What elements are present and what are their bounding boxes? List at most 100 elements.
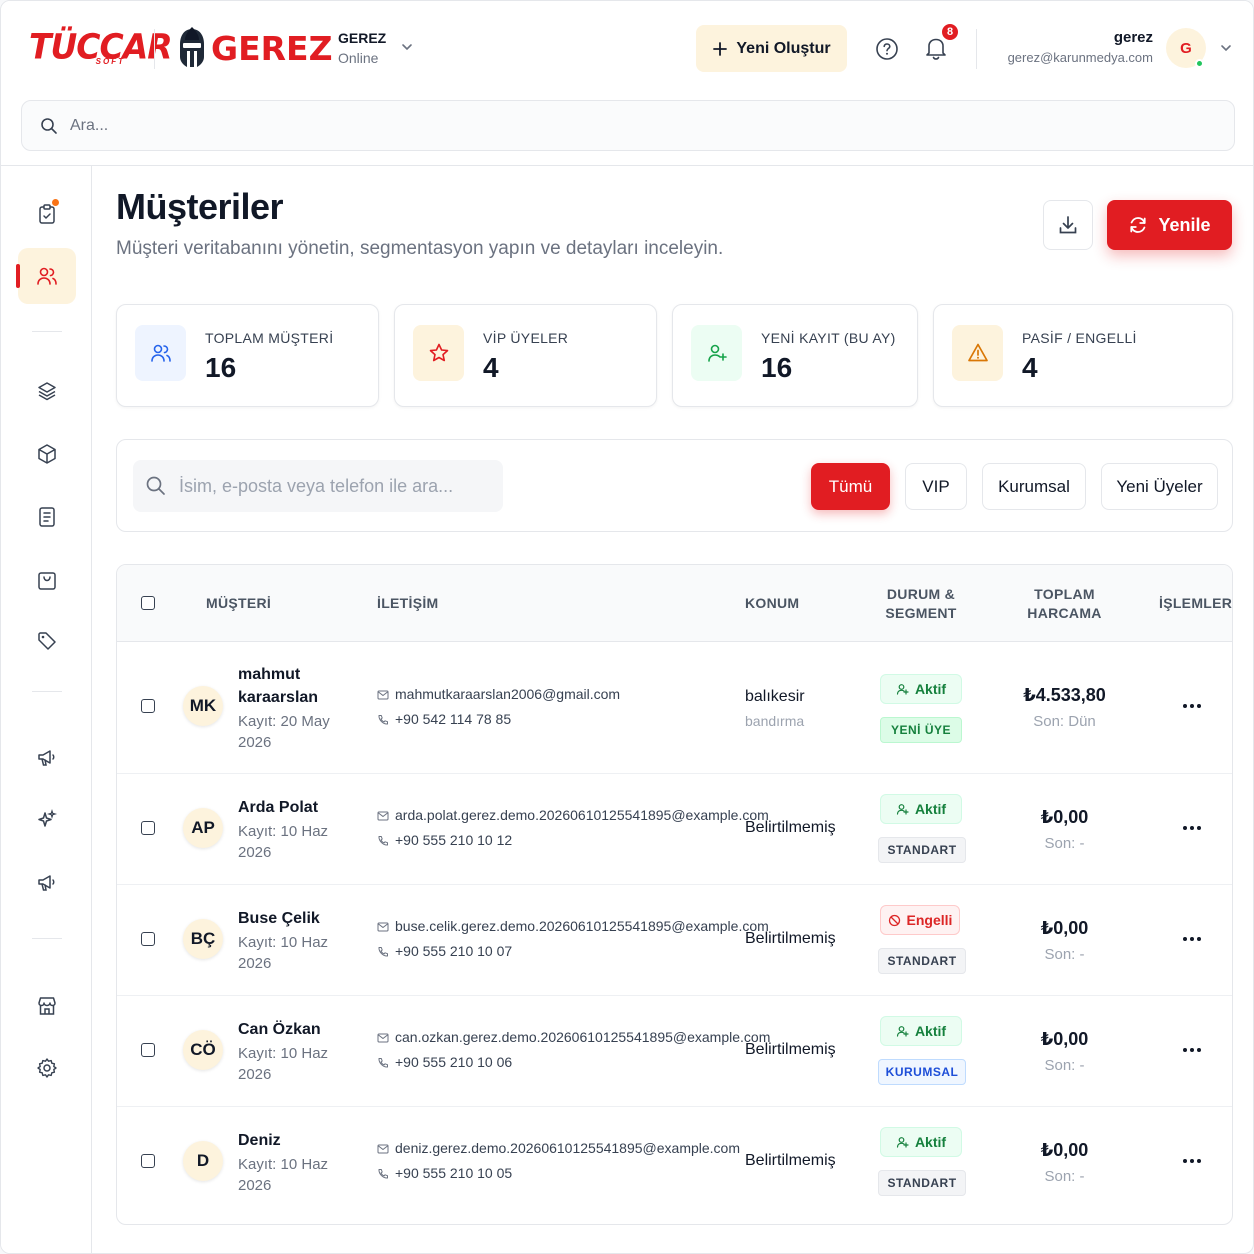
select-all-checkbox[interactable]: [141, 596, 155, 610]
row-checkbox[interactable]: [141, 1043, 155, 1057]
customer-name[interactable]: Buse Çelik: [238, 907, 348, 930]
customer-name[interactable]: mahmut karaarslan: [238, 663, 348, 709]
sidebar-item-announcements[interactable]: [18, 854, 76, 910]
sidebar-item-customers[interactable]: [18, 248, 76, 304]
customer-name[interactable]: Arda Polat: [238, 796, 348, 819]
filter-chip-all[interactable]: Tümü: [811, 463, 890, 510]
total-spend: ₺0,00: [1040, 1029, 1089, 1049]
status-label: Engelli: [906, 912, 953, 928]
customer-phone[interactable]: +90 542 114 78 85: [395, 707, 511, 732]
contact-info: deniz.gerez.demo.20260610125541895@examp…: [377, 1136, 740, 1186]
user-icon: [896, 1136, 909, 1148]
tuccar-logo[interactable]: TÜCCAR SOFT: [29, 28, 173, 69]
customer-search[interactable]: [133, 460, 503, 512]
status-badge: Aktif: [880, 674, 962, 704]
column-actions: İŞLEMLER: [1159, 595, 1233, 611]
customer-name[interactable]: Deniz: [238, 1129, 348, 1152]
row-checkbox[interactable]: [141, 1154, 155, 1168]
sidebar-item-tasks[interactable]: [18, 186, 76, 242]
filter-chip-vip[interactable]: VIP: [905, 463, 967, 510]
brand-name[interactable]: GEREZ: [338, 30, 386, 46]
table-row[interactable]: D Deniz Kayıt: 10 Haz 2026 deniz.gerez.d…: [117, 1107, 1232, 1218]
customer-email[interactable]: deniz.gerez.demo.20260610125541895@examp…: [395, 1136, 740, 1161]
customer-location: Belirtilmemiş: [745, 815, 836, 840]
sidebar-item-ai[interactable]: [18, 792, 76, 848]
customer-phone[interactable]: +90 555 210 10 07: [395, 939, 512, 964]
sidebar-item-invoices[interactable]: [18, 489, 76, 545]
phone-line: +90 542 114 78 85: [377, 707, 620, 732]
page-title: Müşteriler: [116, 186, 284, 227]
customer-registered: Kayıt: 10 Haz 2026: [238, 1156, 329, 1194]
column-contact[interactable]: İLETİŞİM: [377, 594, 439, 613]
sidebar-item-campaigns[interactable]: [18, 729, 76, 785]
column-location[interactable]: KONUM: [745, 594, 799, 613]
download-button[interactable]: [1043, 200, 1093, 250]
table-row[interactable]: MK mahmut karaarslan Kayıt: 20 May 2026 …: [117, 642, 1232, 774]
customer-name[interactable]: Can Özkan: [238, 1018, 348, 1041]
customer-phone[interactable]: +90 555 210 10 05: [395, 1161, 512, 1186]
row-checkbox[interactable]: [141, 821, 155, 835]
row-checkbox[interactable]: [141, 699, 155, 713]
filter-chip-new-members[interactable]: Yeni Üyeler: [1101, 463, 1218, 510]
row-actions-more-icon[interactable]: [1177, 1151, 1207, 1171]
sidebar-item-products[interactable]: [18, 426, 76, 482]
sidebar-item-layers[interactable]: [18, 363, 76, 419]
row-actions-more-icon[interactable]: [1177, 1040, 1207, 1060]
column-total-spend[interactable]: TOPLAM HARCAMA: [1017, 585, 1112, 623]
refresh-icon: [1130, 217, 1147, 233]
customer-search-input[interactable]: [179, 475, 499, 497]
sidebar-item-settings[interactable]: [18, 1040, 76, 1096]
sparkles-icon: [38, 808, 58, 827]
sidebar-item-orders[interactable]: [18, 552, 76, 608]
customer-location: Belirtilmemiş: [745, 1148, 836, 1173]
global-search[interactable]: [21, 100, 1235, 151]
chevron-down-icon[interactable]: [400, 40, 414, 54]
last-purchase: Son: -: [1044, 835, 1085, 852]
create-new-button[interactable]: Yeni Oluştur: [696, 25, 847, 72]
brand-status: Online: [338, 50, 379, 66]
sidebar-item-store[interactable]: [18, 978, 76, 1034]
refresh-button[interactable]: Yenile: [1107, 200, 1232, 250]
mail-icon: [377, 922, 389, 931]
row-checkbox[interactable]: [141, 932, 155, 946]
table-row[interactable]: BÇ Buse Çelik Kayıt: 10 Haz 2026 buse.ce…: [117, 885, 1232, 996]
status-label: Aktif: [914, 1023, 947, 1039]
online-status-dot: [1195, 59, 1204, 68]
user-icon: [896, 683, 909, 695]
global-search-input[interactable]: [70, 116, 1170, 135]
row-actions-more-icon[interactable]: [1177, 818, 1207, 838]
stat-icon-box: [691, 325, 742, 381]
column-customer[interactable]: MÜŞTERİ: [206, 594, 271, 613]
table-row[interactable]: CÖ Can Özkan Kayıt: 10 Haz 2026 can.ozka…: [117, 996, 1232, 1107]
customer-email[interactable]: buse.celik.gerez.demo.20260610125541895@…: [395, 914, 769, 939]
page-subtitle: Müşteri veritabanını yönetin, segmentasy…: [116, 238, 724, 259]
create-new-label: Yeni Oluştur: [736, 39, 831, 57]
app-window: TÜCCAR SOFT GEREZ GEREZ Online Yeni Oluş…: [0, 0, 1254, 1254]
status-label: Aktif: [914, 681, 947, 697]
table-row[interactable]: AP Arda Polat Kayıt: 10 Haz 2026 arda.po…: [117, 774, 1232, 885]
help-icon[interactable]: [875, 37, 899, 61]
contact-info: arda.polat.gerez.demo.20260610125541895@…: [377, 803, 769, 853]
last-purchase: Son: -: [1044, 1057, 1085, 1074]
column-status-segment[interactable]: DURUM & SEGMENT: [885, 585, 957, 623]
column-status-line2: SEGMENT: [885, 605, 957, 621]
customer-location: Belirtilmemiş: [745, 926, 836, 951]
notification-dot: [52, 199, 59, 206]
user-icon: [896, 803, 909, 815]
customer-phone[interactable]: +90 555 210 10 12: [395, 828, 512, 853]
customer-email[interactable]: mahmutkaraarslan2006@gmail.com: [395, 682, 620, 707]
user-plus-icon: [707, 344, 727, 362]
customer-email[interactable]: can.ozkan.gerez.demo.20260610125541895@e…: [395, 1025, 770, 1050]
filter-chip-corporate[interactable]: Kurumsal: [982, 463, 1086, 510]
star-icon: [429, 343, 448, 362]
contact-info: can.ozkan.gerez.demo.20260610125541895@e…: [377, 1025, 770, 1075]
customer-email[interactable]: arda.polat.gerez.demo.20260610125541895@…: [395, 803, 769, 828]
chevron-down-icon[interactable]: [1219, 41, 1233, 55]
last-purchase: Son: Dün: [1033, 713, 1096, 730]
customer-phone[interactable]: +90 555 210 10 06: [395, 1050, 512, 1075]
row-actions-more-icon[interactable]: [1177, 929, 1207, 949]
sidebar-item-tags[interactable]: [18, 613, 76, 669]
search-icon: [146, 476, 165, 495]
row-actions-more-icon[interactable]: [1177, 696, 1207, 716]
megaphone-icon: [38, 875, 55, 891]
